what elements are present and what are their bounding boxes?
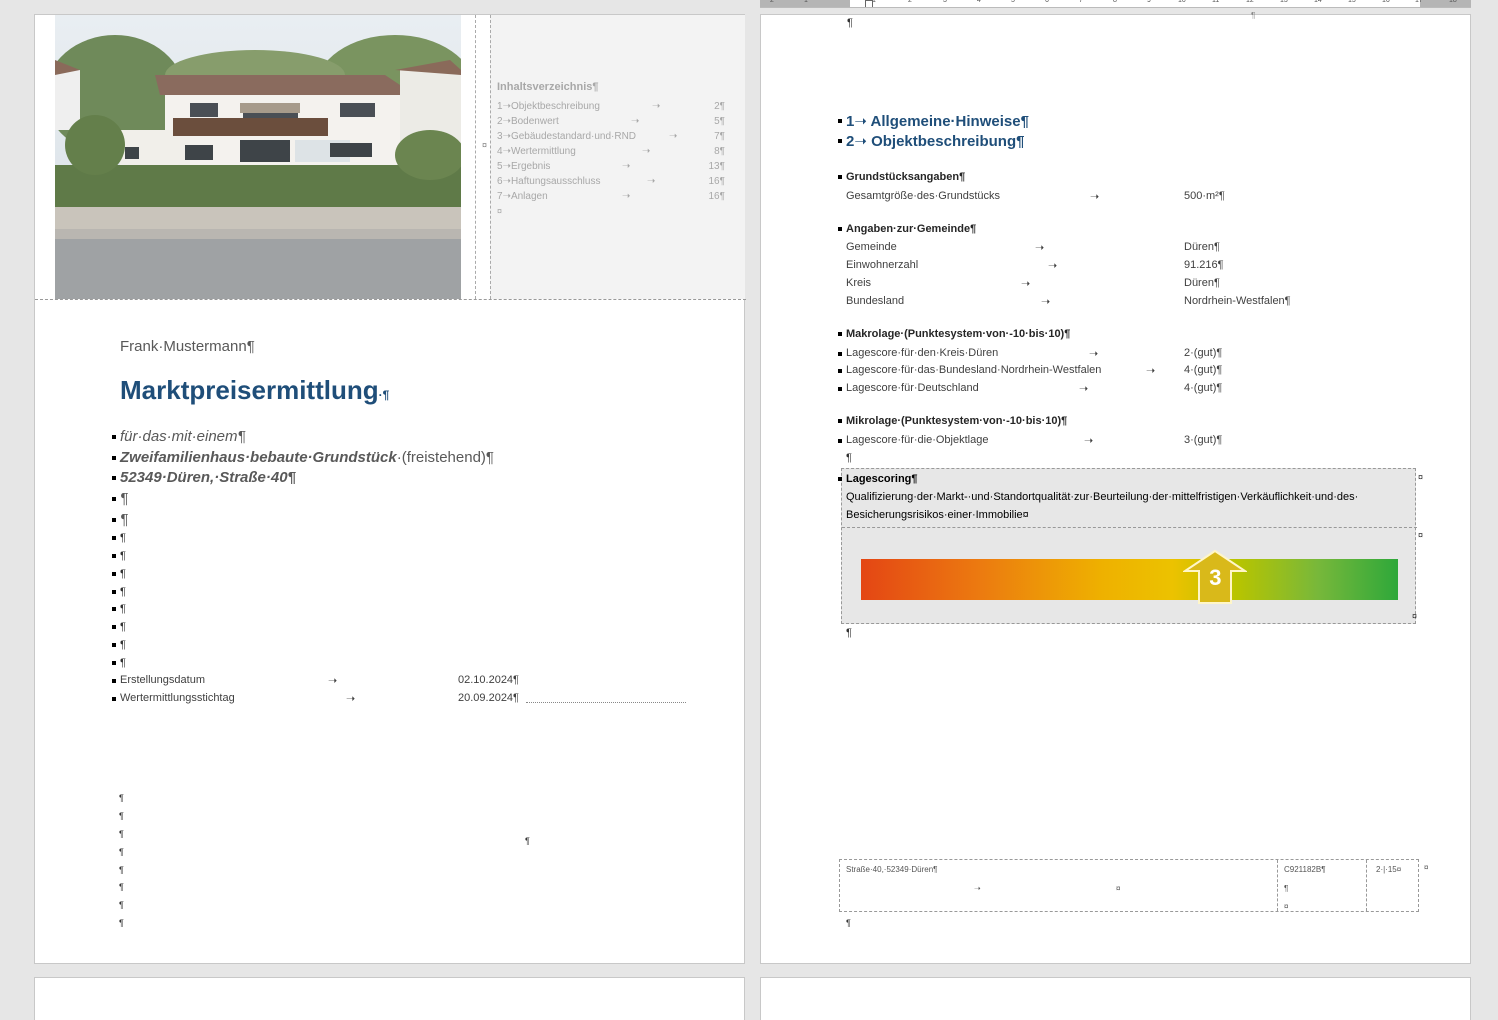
horizontal-ruler[interactable]: 2 1 1 2 3 4 5 6 7 8 9 10 11 12 13 14 15 … [760,0,1471,8]
table-of-contents: Inhaltsverzeichnis¶ 1➝Objektbeschreibung… [490,15,745,299]
pilcrow: ¶ [111,511,129,528]
pilcrow: ¶ [112,603,126,615]
toc-item[interactable]: 4➝Wertermittlung ➝ 8¶ [497,146,725,160]
score-arrow-icon: 3 [1182,549,1249,605]
toc-item[interactable]: 5➝Ergebnis ➝ 13¶ [497,161,725,175]
toc-item[interactable]: 3➝Gebäudestandard·und·RND ➝ 7¶ [497,131,725,145]
kv-row[interactable]: Lagescore·für·die·Objektlage ➝ 3·(gut)¶ [838,434,1346,448]
footer-address[interactable]: Straße·40,·52349·Düren¶ [846,865,937,874]
pilcrow: ¶ [119,900,124,910]
cell-end-mark: ¤ [1412,611,1418,621]
pilcrow: ¶ [112,621,126,633]
pilcrow: ¶ [112,657,126,669]
pilcrow: ¶ [846,452,852,464]
pilcrow: ¶ [846,627,852,639]
page-title[interactable]: Marktpreisermittlung·¶ [120,375,389,406]
pilcrow: ¶ [525,836,530,846]
lagescoring-title[interactable]: Lagescoring¶ [838,473,918,485]
pilcrow: ¶ [119,847,124,857]
section-title[interactable]: Angaben·zur·Gemeinde¶ [837,223,976,235]
pilcrow: ¶ [119,918,124,928]
score-value: 3 [1209,565,1222,590]
toc-item[interactable]: 1➝Objektbeschreibung ➝ 2¶ [497,101,725,115]
kv-row[interactable]: Lagescore·für·Deutschland ➝ 4·(gut)¶ [838,382,1346,396]
cell-end-mark: ¤ [1418,472,1424,482]
pilcrow: ¶ [1251,11,1256,20]
subtitle-line[interactable]: Zweifamilienhaus·bebaute·Grundstück·(fre… [112,449,494,466]
lagescoring-description[interactable]: Besicherungsrisikos·einer·Immobilie¤ [846,509,1029,521]
section-title[interactable]: Makrolage·(Punktesystem·von·-10·bis·10)¶ [837,328,1070,340]
cell-end-mark: ¤ [1418,530,1424,540]
pilcrow: ¶ [119,865,124,875]
pilcrow: ¶ [112,586,126,598]
pilcrow: ¶ [119,882,124,892]
pilcrow: ¶ [846,918,851,928]
pilcrow: ¶ [119,811,124,821]
kv-row[interactable]: Gesamtgröße·des·Grundstücks ➝ 500·m²¶ [846,190,1346,204]
pilcrow: ¶ [112,568,126,580]
indent-marker[interactable] [865,0,873,7]
score-gradient-bar [861,559,1398,600]
toc-title: Inhaltsverzeichnis¶ [497,81,599,93]
date-row[interactable]: Wertermittlungsstichtag ➝ 20.09.2024¶ [112,692,690,706]
house-photo [55,15,461,299]
section-title[interactable]: Grundstücksangaben¶ [837,171,965,183]
heading-2[interactable]: 2➝ Objektbeschreibung¶ [837,132,1024,150]
toc-end-mark: ¤ [497,206,503,216]
subtitle-line[interactable]: für·das·mit·einem¶ [112,428,246,445]
pilcrow: ¶ [119,793,124,803]
pilcrow: ¶ [119,829,124,839]
page-1: ¤ Inhaltsverzeichnis¶ 1➝Objektbeschreibu… [34,14,746,964]
footer-code[interactable]: C921182B¶ [1284,865,1326,874]
section-title[interactable]: Mikrolage·(Punktesystem·von·-10·bis·10)¶ [837,415,1067,427]
kv-row[interactable]: Lagescore·für·den·Kreis·Düren ➝ 2·(gut)¶ [838,347,1346,361]
pilcrow: ¶ [847,17,853,29]
kv-row[interactable]: Gemeinde ➝ Düren¶ [846,241,1346,255]
pilcrow: ¶ [112,550,126,562]
toc-item[interactable]: 7➝Anlagen ➝ 16¶ [497,191,725,205]
lagescoring-description[interactable]: Qualifizierung·der·Markt-·und·Standortqu… [846,491,1358,503]
toc-item[interactable]: 2➝Bodenwert ➝ 5¶ [497,116,725,130]
lagescoring-box: Lagescoring¶ Qualifizierung·der·Markt-·u… [838,468,1423,624]
page-footer: Straße·40,·52349·Düren¶ ➝ ¤ C921182B¶ ¶ … [839,859,1428,912]
kv-row[interactable]: Lagescore·für·das·Bundesland·Nordrhein-W… [838,364,1346,378]
footer-page-number[interactable]: 2·|·15¤ [1376,865,1401,874]
kv-row[interactable]: Bundesland ➝ Nordrhein-Westfalen¶ [846,295,1346,309]
pilcrow: ¶ [112,639,126,651]
heading-1[interactable]: 1➝ Allgemeine·Hinweise¶ [838,112,1029,130]
page-3 [34,977,745,1020]
kv-row[interactable]: Kreis ➝ Düren¶ [846,277,1346,291]
page-4 [760,977,1471,1020]
toc-item[interactable]: 6➝Haftungsausschluss ➝ 16¶ [497,176,725,190]
pilcrow: ¶ [112,532,126,544]
object-address[interactable]: 52349·Düren,·Straße·40¶ [112,469,296,486]
author-name[interactable]: Frank·Mustermann¶ [120,338,255,355]
header-boundary [35,299,746,300]
cell-end-mark: ¤ [482,140,488,150]
kv-row[interactable]: Einwohnerzahl ➝ 91.216¶ [846,259,1346,273]
header-separator: ¤ [475,15,490,299]
date-row[interactable]: Erstellungsdatum ➝ 02.10.2024¶ [112,674,540,688]
pilcrow: ¶ [111,490,129,507]
page-2: ¶ ¶ 1➝ Allgemeine·Hinweise¶ 2➝ Objektbes… [760,11,1471,964]
